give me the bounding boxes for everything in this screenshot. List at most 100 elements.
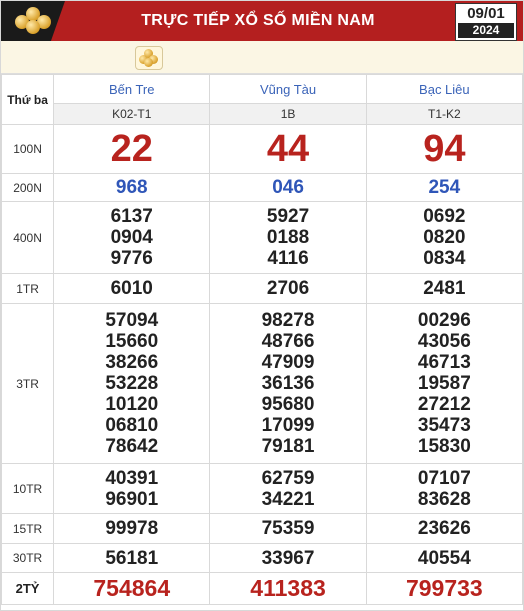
page-title: TRỰC TIẾP XỔ SỐ MIỀN NAM [141,12,375,29]
prize-number: 43056 [417,331,471,352]
prize-cell: 799733 [365,572,524,605]
prize-number: 046 [272,176,304,198]
prize-number: 98278 [261,310,315,331]
prize-number: 57094 [105,310,159,331]
prize-number: 968 [115,176,148,198]
prize-number: 0188 [266,227,310,248]
toolbar [1,41,523,74]
day-label: Thứ ba [0,74,55,125]
prize-label: 200N [0,173,55,202]
prize-label: 3TR [0,303,55,464]
prize-number: 0820 [423,227,466,248]
prize-cell: 411383 [209,572,367,605]
prize-number: 5927 [266,206,310,227]
prize-number: 07107 [417,467,471,489]
prize-number: 96901 [105,488,159,510]
prize-cell: 2706 [209,273,367,304]
prize-cell: 62759 34221 [209,463,367,514]
prize-number: 75359 [261,518,315,539]
prize-number: 99978 [105,518,159,539]
prize-number: 15830 [417,436,471,457]
prize-cell: 75359 [209,513,367,544]
header-bar: TRỰC TIẾP XỔ SỐ MIỀN NAM 09/01 2024 [1,1,523,41]
prize-number: 00296 [417,310,471,331]
jackpot-number: 411383 [250,575,326,601]
prize-cell: 754864 [53,572,211,605]
prize-label: 10TR [0,463,55,514]
prize-label: 100N [0,124,55,174]
date-year: 2024 [458,23,514,38]
prize-cell: 968 [53,173,211,202]
logo[interactable] [1,1,65,41]
lottery-results-widget: TRỰC TIẾP XỔ SỐ MIỀN NAM 09/01 2024 Thứ … [0,0,524,611]
prize-number: 0692 [423,206,466,227]
prize-number: 78642 [105,436,159,457]
prize-number: 254 [428,176,461,198]
jackpot-number: 754864 [93,575,171,601]
prize-cell: 254 [365,173,524,202]
prize-number: 19587 [417,373,471,394]
date-badge: 09/01 2024 [455,3,517,41]
prize-number: 22 [110,128,153,170]
results-table: Thứ ba Bến Tre Vũng Tàu Bạc Liêu K02-T1 … [0,74,524,605]
prize-number: 94 [423,128,466,170]
prize-cell: 6010 [53,273,211,304]
prize-cell: 57094 15660 38266 53228 10120 06810 7864… [53,303,211,464]
lottery-balls-icon [15,7,51,35]
prize-number: 2706 [266,278,310,299]
prize-number: 83628 [417,488,471,510]
prize-number: 17099 [261,415,315,436]
prize-number: 40391 [105,467,159,489]
prize-label: 15TR [0,513,55,544]
prize-number: 33967 [261,547,315,569]
prize-label: 30TR [0,543,55,573]
prize-number: 6137 [110,206,153,227]
prize-label: 2TỶ [0,572,55,605]
ticket-code: 1B [209,103,367,125]
prize-number: 38266 [105,352,159,373]
province-name[interactable]: Bến Tre [53,74,211,104]
prize-cell: 40554 [365,543,524,573]
prize-number: 0904 [110,227,153,248]
prize-cell: 0692 0820 0834 [365,201,524,274]
prize-number: 23626 [417,518,471,539]
province-name[interactable]: Vũng Tàu [209,74,367,104]
prize-number: 40554 [417,547,471,569]
prize-number: 27212 [417,394,471,415]
prize-cell: 98278 48766 47909 36136 95680 17099 7918… [209,303,367,464]
jackpot-number: 799733 [405,575,483,601]
prize-number: 35473 [417,415,471,436]
prize-number: 46713 [417,352,471,373]
prize-number: 0834 [423,248,466,269]
prize-label: 400N [0,201,55,274]
prize-number: 06810 [105,415,159,436]
prize-number: 79181 [261,436,315,457]
ticket-code: T1-K2 [365,103,524,125]
prize-number: 4116 [267,248,309,269]
prize-cell: 00296 43056 46713 19587 27212 35473 1583… [365,303,524,464]
prize-cell: 94 [365,124,524,174]
prize-cell: 99978 [53,513,211,544]
prize-cell: 23626 [365,513,524,544]
prize-number: 15660 [105,331,159,352]
prize-number: 2481 [423,278,466,299]
prize-cell: 33967 [209,543,367,573]
prize-number: 6010 [110,278,153,299]
prize-cell: 22 [53,124,211,174]
prize-cell: 40391 96901 [53,463,211,514]
prize-number: 10120 [105,394,159,415]
prize-number: 34221 [261,488,315,510]
ticket-code: K02-T1 [53,103,211,125]
prize-cell: 2481 [365,273,524,304]
lottery-balls-button[interactable] [135,46,163,70]
prize-number: 44 [266,128,310,170]
prize-cell: 44 [209,124,367,174]
province-name[interactable]: Bạc Liêu [365,74,524,104]
prize-cell: 5927 0188 4116 [209,201,367,274]
date-day: 09/01 [467,5,505,22]
prize-label: 1TR [0,273,55,304]
prize-number: 9776 [110,248,153,269]
prize-number: 62759 [261,467,315,489]
prize-number: 56181 [105,547,159,569]
prize-number: 47909 [261,352,315,373]
